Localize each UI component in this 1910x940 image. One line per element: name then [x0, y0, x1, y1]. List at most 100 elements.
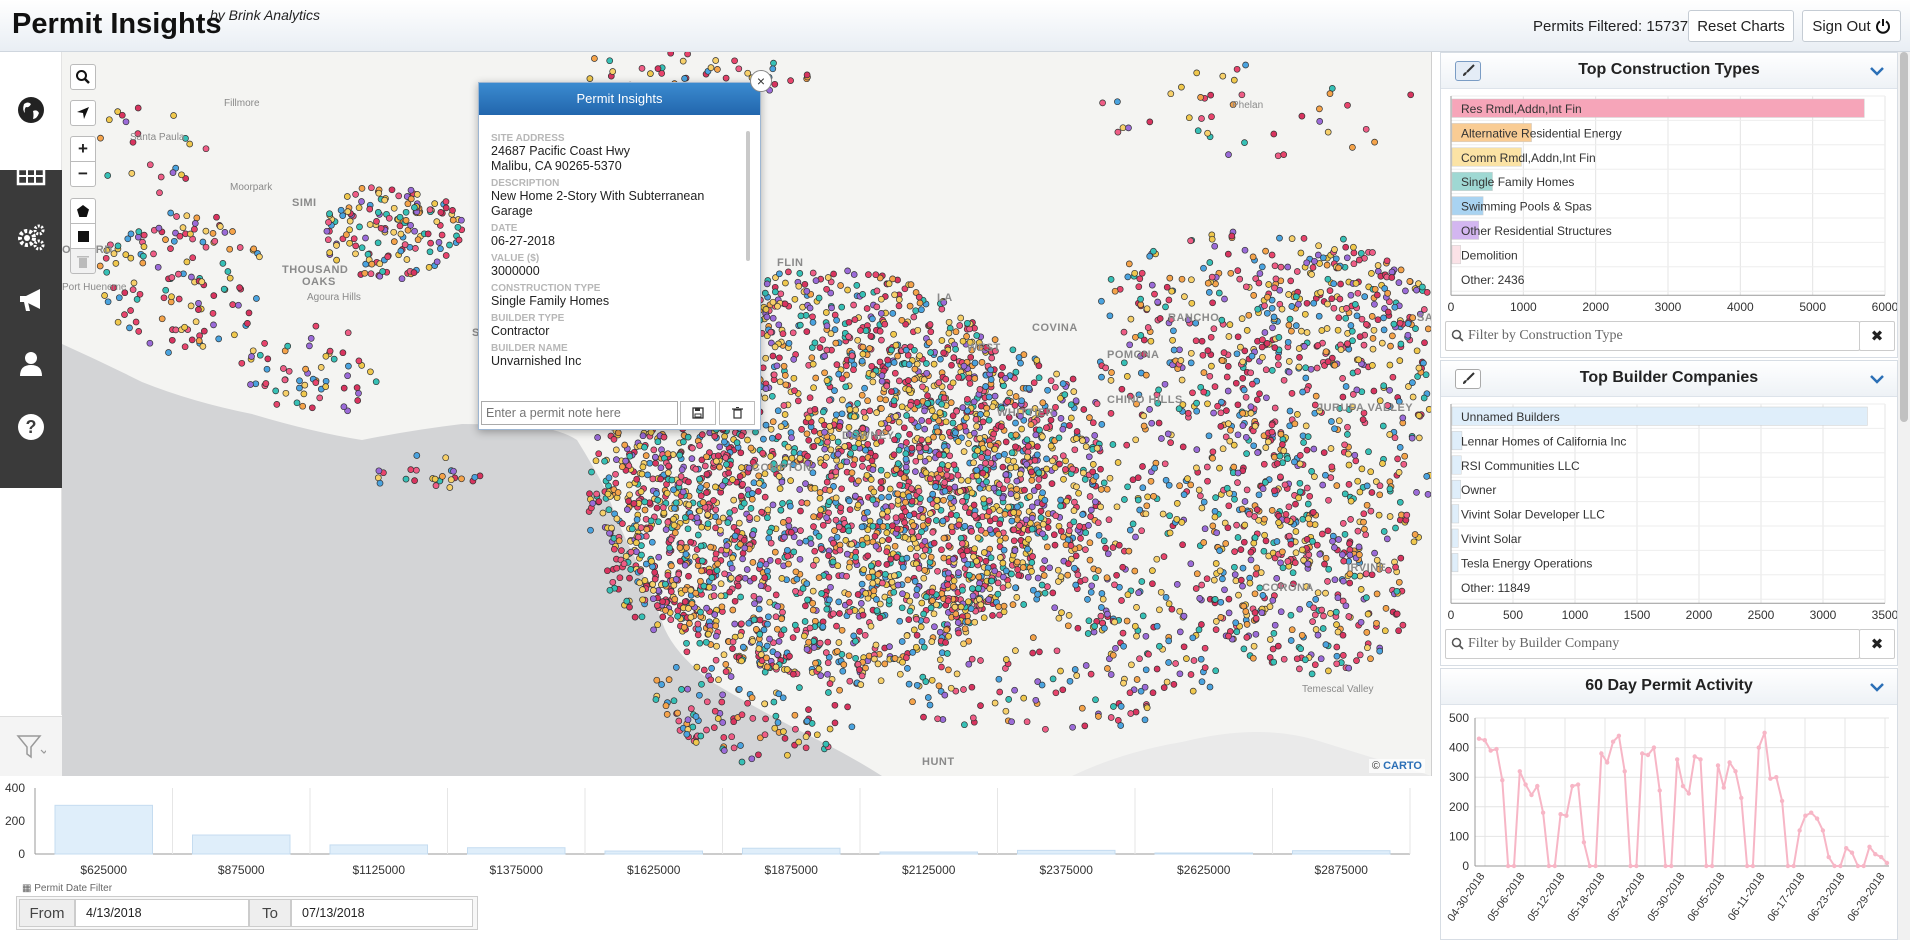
permit-point[interactable] [1232, 379, 1240, 387]
permit-point[interactable] [940, 349, 947, 357]
permit-point[interactable] [878, 537, 886, 544]
permit-point[interactable] [1000, 608, 1008, 616]
permit-point[interactable] [1277, 263, 1285, 271]
permit-point[interactable] [663, 489, 671, 497]
permit-point[interactable] [925, 339, 933, 346]
permit-point[interactable] [1259, 485, 1267, 493]
permit-point[interactable] [610, 545, 618, 553]
permit-point[interactable] [839, 396, 846, 404]
permit-point[interactable] [1079, 511, 1086, 518]
permit-point[interactable] [1281, 481, 1289, 489]
permit-point[interactable] [215, 335, 223, 343]
permit-point[interactable] [812, 659, 819, 667]
permit-point[interactable] [939, 434, 946, 441]
permit-point[interactable] [852, 553, 859, 561]
permit-point[interactable] [1274, 152, 1282, 160]
permit-point[interactable] [1298, 546, 1306, 554]
permit-point[interactable] [1339, 393, 1347, 401]
permit-point[interactable] [1035, 476, 1043, 483]
permit-point[interactable] [634, 533, 642, 541]
permit-point[interactable] [1217, 614, 1225, 621]
permit-point[interactable] [1015, 354, 1023, 361]
permit-point[interactable] [958, 540, 966, 547]
permit-point[interactable] [1307, 365, 1315, 373]
permit-point[interactable] [344, 329, 352, 337]
permit-point[interactable] [1071, 446, 1079, 454]
permit-point[interactable] [952, 429, 959, 437]
permit-point[interactable] [825, 573, 833, 581]
permit-point[interactable] [999, 559, 1007, 567]
permit-point[interactable] [951, 603, 959, 611]
permit-point[interactable] [934, 567, 941, 575]
permit-point[interactable] [1081, 476, 1089, 483]
permit-point[interactable] [935, 682, 943, 690]
permit-point[interactable] [839, 375, 846, 383]
permit-point[interactable] [1373, 291, 1381, 299]
permit-point[interactable] [1204, 129, 1211, 137]
permit-point[interactable] [1132, 436, 1140, 444]
permit-point[interactable] [352, 250, 359, 258]
permit-point[interactable] [1373, 619, 1380, 627]
permit-point[interactable] [791, 621, 799, 629]
permit-point[interactable] [610, 436, 618, 443]
permit-point[interactable] [982, 459, 989, 467]
permit-point[interactable] [819, 623, 827, 631]
permit-point[interactable] [1346, 540, 1353, 547]
permit-point[interactable] [1253, 506, 1261, 513]
permit-point[interactable] [832, 339, 840, 347]
permit-point[interactable] [1353, 312, 1361, 320]
permit-point[interactable] [919, 514, 927, 522]
permit-point[interactable] [1262, 444, 1270, 451]
permit-point[interactable] [308, 404, 316, 412]
permit-point[interactable] [660, 433, 668, 441]
permit-point[interactable] [346, 217, 354, 225]
permit-point[interactable] [1381, 627, 1389, 635]
permit-point[interactable] [938, 305, 946, 313]
permit-point[interactable] [1000, 602, 1008, 610]
permit-point[interactable] [438, 231, 446, 239]
permit-point[interactable] [1136, 275, 1144, 283]
permit-point[interactable] [738, 432, 746, 439]
permit-point[interactable] [653, 490, 660, 497]
permit-point[interactable] [753, 515, 761, 522]
permit-point[interactable] [628, 525, 636, 533]
permit-point[interactable] [903, 412, 910, 419]
permit-point[interactable] [1212, 667, 1220, 675]
permit-point[interactable] [802, 602, 809, 610]
permit-point[interactable] [1166, 529, 1174, 537]
permit-point[interactable] [1157, 588, 1165, 596]
permit-point[interactable] [817, 506, 825, 514]
permit-point[interactable] [965, 440, 972, 447]
permit-point[interactable] [898, 638, 906, 645]
permit-point[interactable] [809, 360, 817, 368]
permit-point[interactable] [995, 452, 1002, 460]
permit-point[interactable] [819, 336, 826, 344]
permit-point[interactable] [1261, 531, 1268, 539]
permit-point[interactable] [442, 454, 450, 462]
permit-point[interactable] [1404, 320, 1412, 327]
permit-point[interactable] [854, 501, 862, 509]
permit-point[interactable] [1208, 362, 1215, 370]
permit-point[interactable] [307, 335, 315, 342]
permit-point[interactable] [773, 362, 781, 370]
permit-point[interactable] [1364, 644, 1371, 652]
permit-point[interactable] [652, 453, 659, 461]
permit-point[interactable] [812, 277, 820, 284]
permit-point[interactable] [676, 557, 684, 565]
permit-point[interactable] [195, 299, 202, 307]
permit-point[interactable] [697, 577, 704, 585]
permit-point[interactable] [769, 501, 777, 509]
permit-point[interactable] [1207, 333, 1215, 341]
permit-point[interactable] [774, 625, 781, 633]
permit-point[interactable] [330, 355, 338, 363]
permit-point[interactable] [1355, 543, 1363, 551]
permit-point[interactable] [1060, 475, 1067, 483]
permit-point[interactable] [659, 613, 667, 621]
permit-point[interactable] [1148, 419, 1156, 427]
permit-point[interactable] [905, 361, 913, 368]
permit-point[interactable] [895, 296, 903, 303]
permit-point[interactable] [693, 514, 701, 521]
permit-point[interactable] [774, 557, 782, 565]
permit-point[interactable] [1089, 468, 1097, 476]
permit-point[interactable] [187, 230, 194, 238]
